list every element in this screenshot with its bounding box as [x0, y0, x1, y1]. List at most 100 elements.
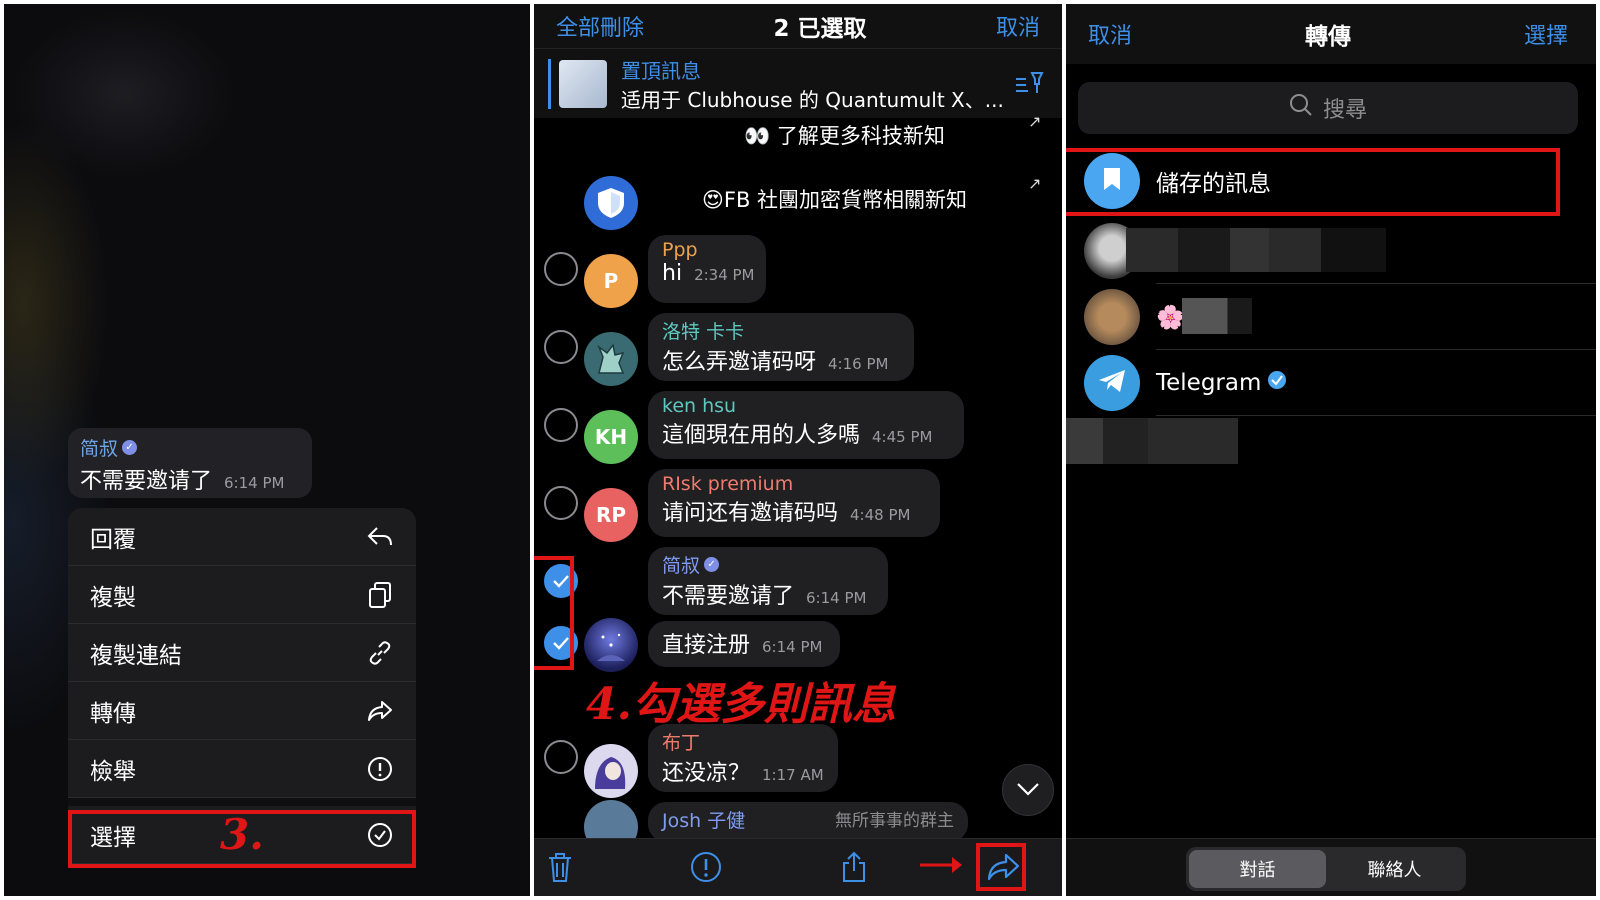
avatar: RP [584, 488, 638, 542]
message-bubble[interactable]: Josh 子健 無所事事的群主 [648, 802, 968, 842]
message-time: 4:16 PM [828, 355, 889, 373]
open-link-icon[interactable]: ↗ [1028, 112, 1041, 131]
dragon-avatar [584, 332, 638, 386]
message-bubble[interactable]: 简叔 ✓ 不需要邀请了 6:14 PM [648, 547, 888, 615]
contact-name: Telegram [1156, 370, 1262, 396]
contact-telegram[interactable]: Telegram [1066, 350, 1596, 416]
avatar: P [584, 254, 638, 308]
telegram-avatar [1084, 355, 1140, 411]
sender-name: 简叔 [662, 555, 701, 577]
channel-line-1: 👀 了解更多科技新知 [744, 124, 945, 148]
anime-avatar [584, 744, 638, 798]
message-text: 怎么弄邀请码呀 [662, 350, 817, 375]
select-radio[interactable] [544, 408, 578, 442]
message-text: 还没凉？ [662, 761, 751, 786]
pixelated-name [1182, 298, 1252, 334]
menu-item-forward[interactable]: 轉傳 [68, 682, 416, 740]
message-bubble[interactable]: Ppp hi 2:34 PM [648, 235, 766, 303]
sender-name: Ppp [662, 239, 698, 261]
menu-label: 複製連結 [90, 642, 182, 669]
trash-icon[interactable] [546, 851, 574, 887]
contact-name: 🌸 [1156, 304, 1185, 331]
tab-contacts[interactable]: 聯絡人 [1326, 850, 1463, 888]
pixelated-name [1126, 228, 1386, 272]
message-text: hi [662, 261, 683, 286]
avatar: KH [584, 410, 638, 464]
search-input[interactable]: 搜尋 [1078, 82, 1578, 134]
select-radio[interactable] [544, 486, 578, 520]
select-radio[interactable] [544, 330, 578, 364]
right-arrow-icon [918, 853, 966, 881]
pin-list-icon[interactable] [1014, 71, 1044, 99]
sender-name: 洛特 卡卡 [662, 321, 745, 343]
select-radio[interactable] [544, 740, 578, 774]
galaxy-avatar [584, 618, 638, 672]
scroll-down-button[interactable] [1002, 764, 1054, 816]
selection-toolbar [534, 838, 1062, 896]
share-icon[interactable] [840, 851, 868, 887]
verified-icon: ✓ [122, 440, 138, 455]
forward-panel: 取消 轉傳 選擇 搜尋 儲存的訊息 🌸 Telegram 對話 聯絡人 [1066, 4, 1596, 896]
menu-item-copy-link[interactable]: 複製連結 [68, 624, 416, 682]
chat-select-panel: 全部刪除 2 已選取 取消 置頂訊息 适用于 Clubhouse 的 Quant… [534, 4, 1062, 896]
message-time: 4:45 PM [872, 428, 933, 446]
message-bubble[interactable]: 简叔 ✓ 不需要邀请了 6:14 PM [68, 428, 312, 498]
highlight-forward-box [976, 843, 1026, 891]
segmented-control: 對話 聯絡人 [1186, 847, 1466, 891]
selected-count-title: 2 已選取 [773, 16, 867, 42]
copy-icon [366, 581, 394, 609]
verified-icon: ✓ [704, 557, 720, 572]
search-icon [1289, 93, 1313, 123]
info-icon[interactable] [690, 851, 722, 887]
report-icon [366, 755, 394, 783]
message-text: 不需要邀请了 [662, 584, 795, 609]
forward-header: 取消 轉傳 選擇 [1066, 4, 1596, 64]
menu-label: 回覆 [90, 526, 136, 553]
message-bubble[interactable]: 直接注册 6:14 PM [648, 621, 840, 667]
message-time: 6:14 PM [762, 638, 823, 656]
message-bubble[interactable]: ken hsu 這個現在用的人多嗎 4:45 PM [648, 391, 964, 459]
highlight-saved-box [1066, 148, 1560, 216]
menu-item-report[interactable]: 檢舉 [68, 740, 416, 798]
chevron-down-icon [1016, 781, 1040, 800]
forward-title: 轉傳 [1305, 24, 1351, 50]
menu-item-copy[interactable]: 複製 [68, 566, 416, 624]
pixelated-row [1066, 418, 1238, 464]
forward-icon [366, 697, 394, 725]
step-3-label: 3. [220, 810, 264, 859]
select-radio[interactable] [544, 252, 578, 286]
message-text: 這個現在用的人多嗎 [662, 423, 861, 448]
menu-label: 轉傳 [90, 700, 136, 727]
channel-shield-avatar [584, 176, 638, 230]
contact-blurred[interactable] [1066, 218, 1596, 284]
message-time: 6:14 PM [806, 589, 867, 607]
open-link-icon[interactable]: ↗ [1028, 174, 1041, 193]
divider [1156, 415, 1596, 416]
menu-label: 檢舉 [90, 758, 136, 785]
message-time: 2:34 PM [694, 266, 755, 284]
message-bubble[interactable]: 布丁 还没凉？ 1:17 AM [648, 724, 838, 792]
select-button[interactable]: 選擇 [1524, 18, 1568, 50]
pinned-message-bar[interactable]: 置頂訊息 适用于 Clubhouse 的 Quantumult X、... [534, 48, 1062, 118]
contact-blurred[interactable]: 🌸 [1066, 284, 1596, 350]
sender-name: Josh 子健 [662, 810, 746, 832]
tab-chats[interactable]: 對話 [1189, 850, 1326, 888]
menu-item-reply[interactable]: 回覆 [68, 508, 416, 566]
tab-segment-bar: 對話 聯絡人 [1066, 838, 1596, 896]
highlight-checked-box [534, 556, 574, 670]
sender-title: 無所事事的群主 [835, 811, 954, 831]
delete-all-button[interactable]: 全部刪除 [556, 10, 644, 42]
pinned-thumbnail [559, 59, 607, 108]
cat-avatar [1084, 289, 1140, 345]
cancel-button[interactable]: 取消 [1088, 18, 1132, 50]
message-bubble[interactable]: RIsk premium 请问还有邀请码吗 4:48 PM [648, 469, 940, 537]
message-text: 直接注册 [662, 633, 751, 658]
verified-icon [1267, 370, 1287, 396]
sender-name: RIsk premium [662, 473, 794, 495]
message-text: 请问还有邀请码吗 [662, 501, 839, 526]
cancel-button[interactable]: 取消 [996, 10, 1040, 42]
message-bubble[interactable]: 洛特 卡卡 怎么弄邀请码呀 4:16 PM [648, 313, 914, 381]
search-placeholder: 搜尋 [1322, 98, 1367, 123]
message-time: 6:14 PM [224, 474, 285, 492]
step-4-label: 4.勾選多則訊息 [586, 679, 896, 730]
